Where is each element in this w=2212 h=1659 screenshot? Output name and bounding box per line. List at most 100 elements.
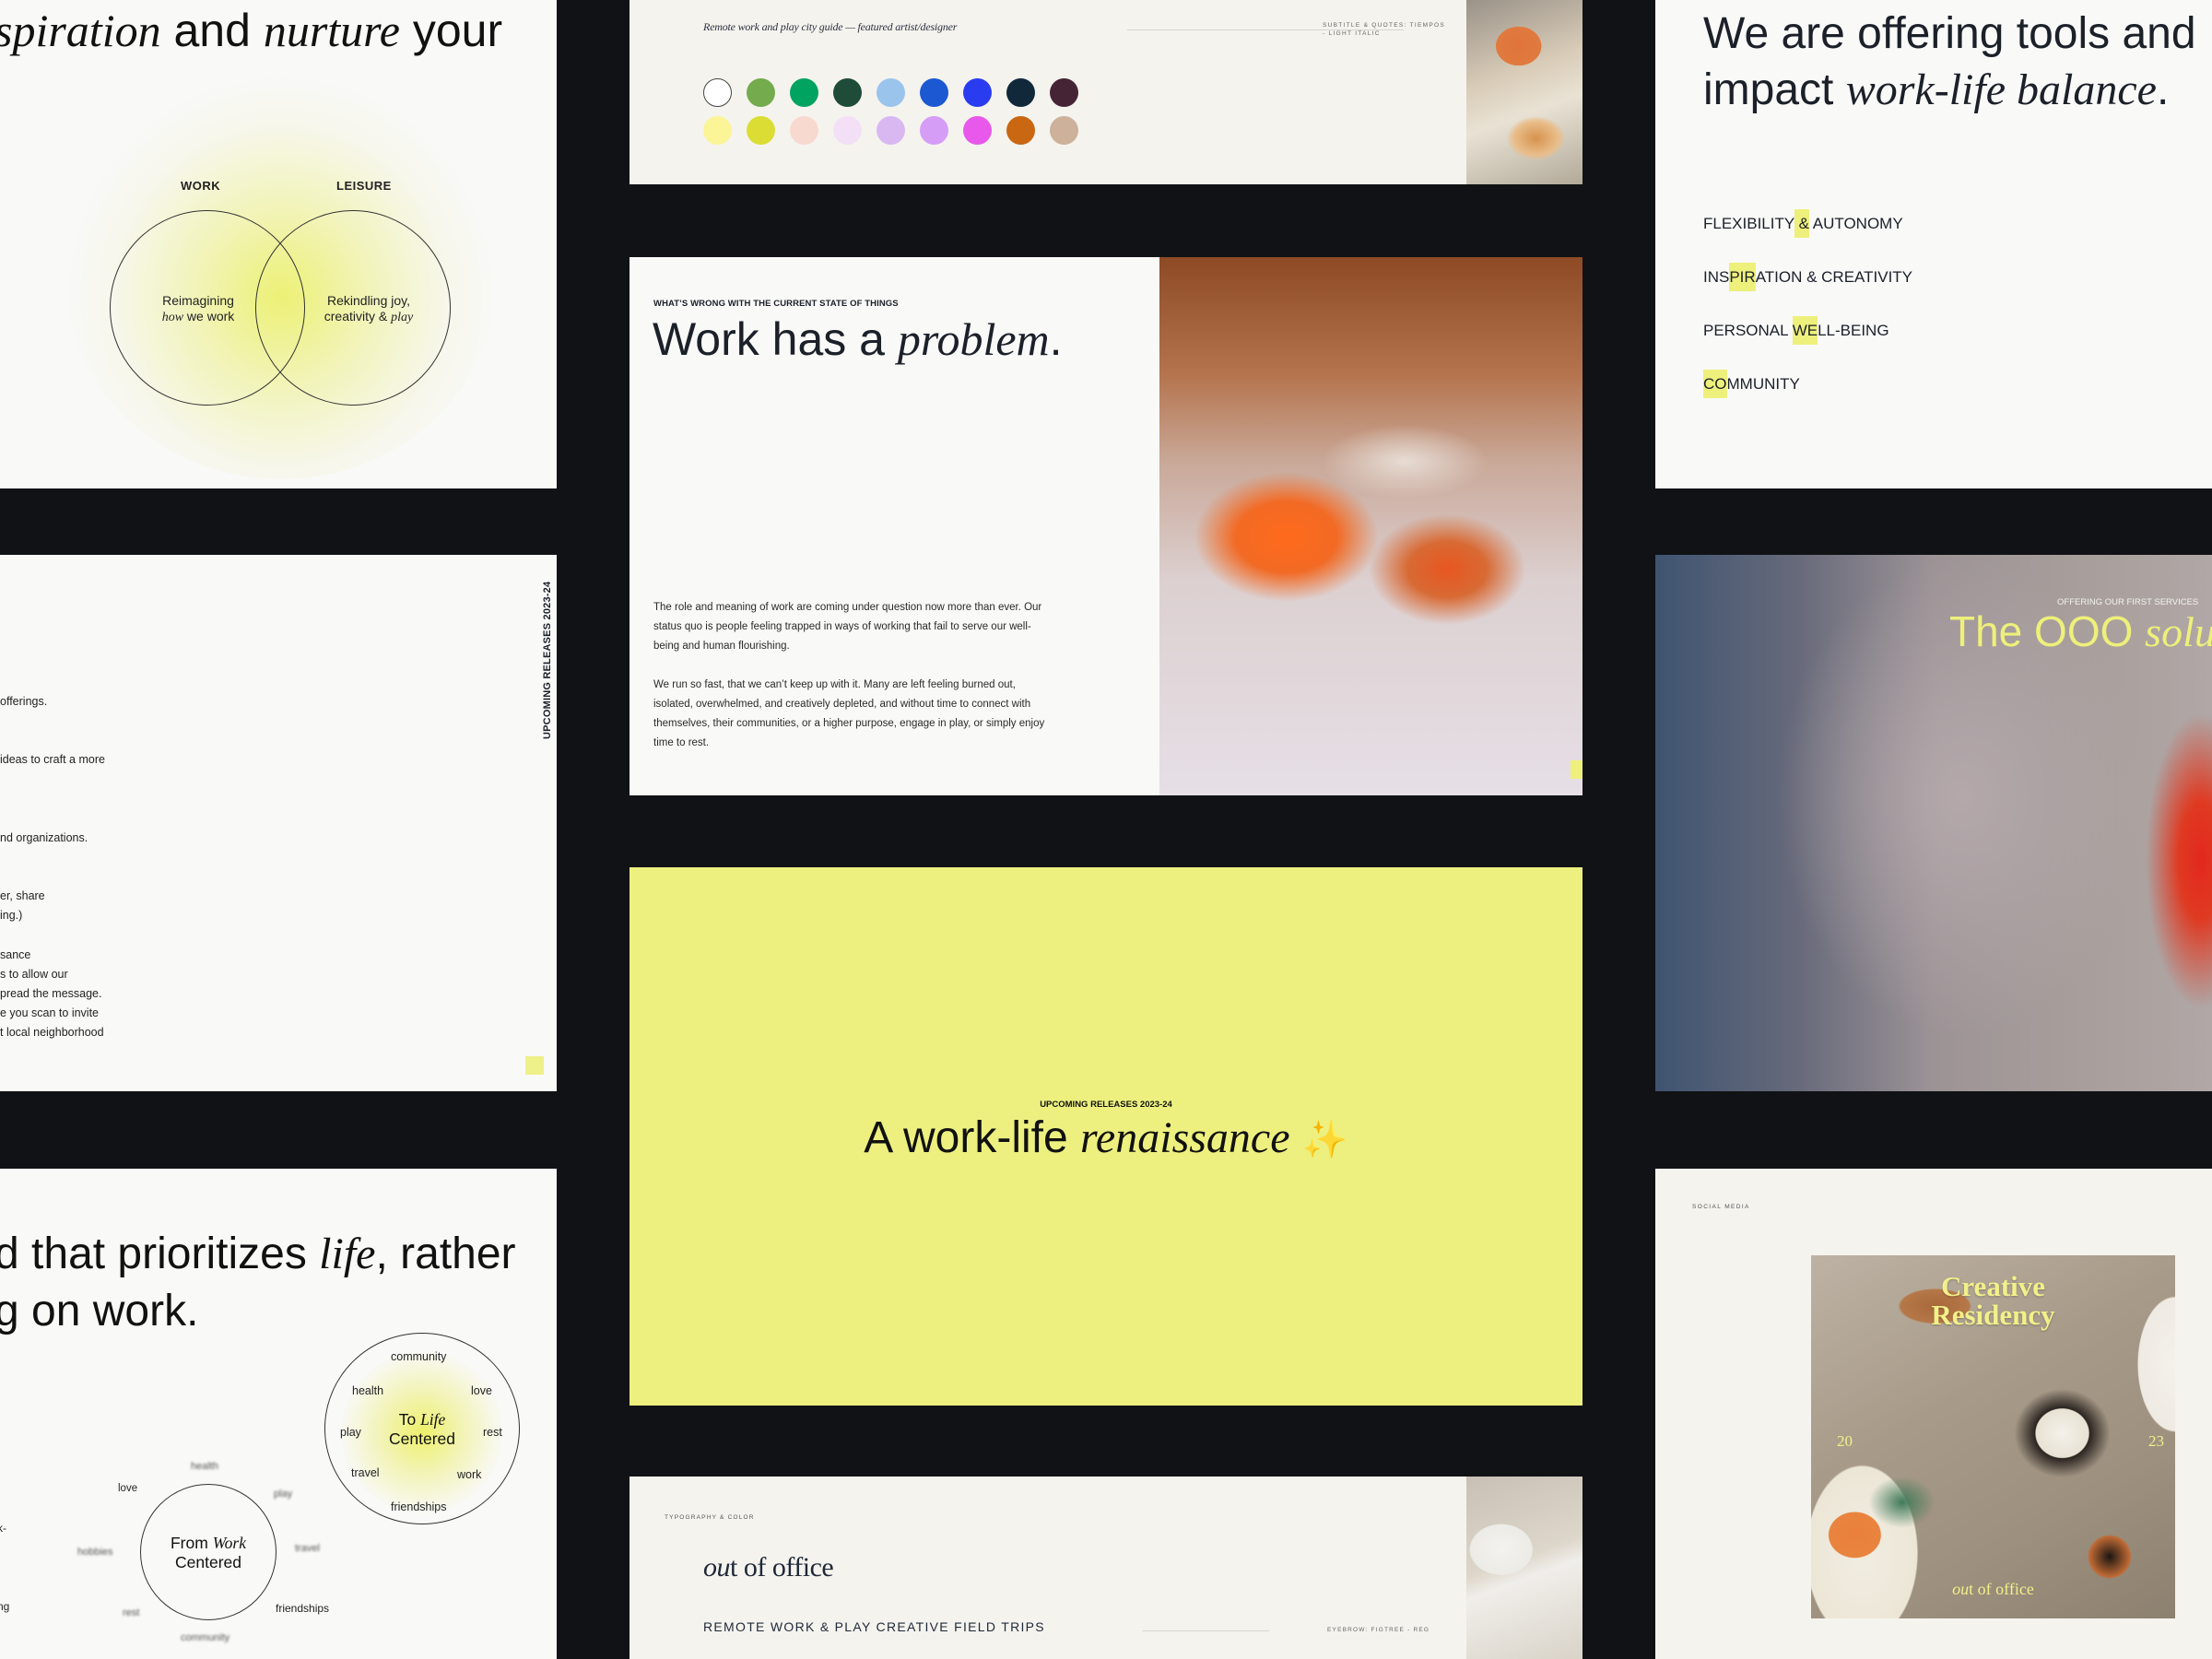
life-word: play — [340, 1426, 361, 1439]
work-word: travel — [295, 1543, 320, 1554]
venn-label-work: WORK — [181, 179, 221, 193]
color-swatch — [963, 116, 992, 145]
venn-label-leisure: LEISURE — [336, 179, 392, 193]
work-word: rest — [123, 1607, 140, 1618]
values-headline: We are offering tools and impact work-li… — [1703, 6, 2196, 118]
values-headline-em: work-life balance — [1845, 65, 2157, 114]
typography-eyebrow: TYPOGRAPHY & COLOR — [665, 1514, 755, 1521]
palette-subtitle: Remote work and play city guide — featur… — [703, 20, 958, 33]
color-swatch — [747, 116, 775, 145]
slide-work-problem[interactable]: WHAT’S WRONG WITH THE CURRENT STATE OF T… — [629, 257, 1583, 795]
color-swatch — [833, 116, 862, 145]
watercolor-photo — [1466, 0, 1583, 184]
slide-typography-color[interactable]: TYPOGRAPHY & COLOR out of office REMOTE … — [629, 1477, 1583, 1659]
accent-square — [525, 1056, 544, 1075]
life-headline-post: , rather — [375, 1230, 516, 1278]
sparkles-icon: ✨ — [1301, 1120, 1348, 1160]
venn-leisure-line1: Rekindling joy, — [326, 293, 410, 308]
venn-work-line2: how we work — [147, 309, 249, 325]
post-title-line2: Residency — [1931, 1299, 2055, 1331]
problem-eyebrow: WHAT’S WRONG WITH THE CURRENT STATE OF T… — [653, 299, 899, 309]
post-title-line1: Creative — [1940, 1270, 2046, 1302]
work-label-pre: From — [170, 1534, 213, 1552]
venn-text-leisure: Rekindling joy, creativity & play — [313, 293, 424, 325]
venn-work-em: how — [161, 311, 184, 324]
slide-work-life-renaissance[interactable]: UPCOMING RELEASES 2023-24 A work-life re… — [629, 867, 1583, 1406]
color-swatch — [877, 116, 905, 145]
color-swatch — [790, 116, 818, 145]
color-swatch — [1006, 78, 1035, 107]
post-brand-em: ou — [1952, 1580, 1970, 1598]
social-post-image[interactable]: Creative Residency 20 23 out of office — [1811, 1255, 2175, 1618]
value-highlight: PIR — [1729, 263, 1756, 291]
accent-square — [1571, 760, 1583, 779]
slide-venn-work-leisure[interactable]: spiration and nurture your WORK LEISURE … — [0, 0, 557, 488]
post-brand-rest: t of office — [1969, 1580, 2034, 1598]
life-word: travel — [351, 1466, 380, 1479]
release-line: pread the message. — [0, 987, 102, 1000]
edge-fragment: ng — [0, 1600, 10, 1613]
blurred-orange-photo — [1159, 257, 1583, 795]
problem-body: The role and meaning of work are coming … — [653, 598, 1050, 753]
renaissance-title-em: renaissance — [1080, 1113, 1290, 1162]
post-title: Creative Residency — [1811, 1272, 2175, 1329]
renaissance-eyebrow: UPCOMING RELEASES 2023-24 — [1040, 1100, 1172, 1110]
headline-text-end: your — [399, 5, 503, 56]
slide-color-palette[interactable]: Remote work and play city guide — featur… — [629, 0, 1583, 184]
value-text: ATION & CREATIVITY — [1755, 268, 1913, 286]
slide-ooo-solution[interactable]: OFFERING OUR FIRST SERVICES The OOO solu — [1655, 555, 2212, 1091]
release-line: e you scan to invite — [0, 1006, 100, 1019]
life-word: health — [352, 1384, 384, 1397]
headline-text: and — [160, 5, 264, 56]
work-label-line1: From Work — [153, 1534, 264, 1553]
color-swatch — [963, 78, 992, 107]
value-text: LL-BEING — [1818, 322, 1889, 339]
color-swatch — [747, 78, 775, 107]
venn-work-line1: Reimagining — [162, 293, 234, 308]
life-label-pre: To — [398, 1410, 421, 1429]
life-headline-pre: d that prioritizes — [0, 1230, 320, 1278]
venn-headline: spiration and nurture your — [0, 4, 502, 57]
color-swatch — [703, 78, 732, 107]
ooo-title-pre: The OOO — [1949, 607, 2146, 655]
value-highlight: & — [1794, 209, 1809, 238]
work-word: community — [181, 1632, 230, 1643]
problem-title-em: problem — [897, 313, 1050, 365]
work-word: health — [191, 1461, 218, 1472]
work-word: hobbies — [77, 1547, 113, 1558]
slide-values[interactable]: We are offering tools and impact work-li… — [1655, 0, 2212, 488]
venn-text-work: Reimagining how we work — [147, 293, 249, 325]
venn-leisure-pre: creativity & — [324, 309, 392, 324]
value-text: INS — [1703, 268, 1730, 286]
work-word: play — [274, 1488, 293, 1500]
brand-wordmark-em: ou — [703, 1552, 731, 1583]
values-headline-line2: impact work-life balance. — [1703, 62, 2196, 118]
renaissance-title: A work-life renaissance ✨ — [629, 1112, 1583, 1163]
slide-social-media[interactable]: SOCIAL MEDIA Creative Residency 20 23 ou… — [1655, 1169, 2212, 1659]
post-brand: out of office — [1811, 1580, 2175, 1599]
release-line: sance — [0, 948, 31, 961]
color-swatch — [703, 116, 732, 145]
problem-title: Work has a problem. — [653, 312, 1063, 366]
palette-note-line2: - LIGHT ITALIC — [1323, 30, 1381, 37]
values-headline-pre: impact — [1703, 65, 1846, 114]
brand-wordmark-rest: t of office — [730, 1552, 834, 1583]
ooo-title-em: solu — [2145, 608, 2212, 655]
problem-title-post: . — [1049, 313, 1063, 365]
slide-upcoming-releases-list[interactable]: offerings. ideas to craft a more nd orga… — [0, 555, 557, 1091]
swatch-row-2 — [703, 116, 1078, 145]
values-headline-line1: We are offering tools and — [1703, 9, 2196, 58]
life-centered-label: To Life Centered — [376, 1410, 468, 1449]
release-line: er, share — [0, 889, 45, 902]
work-label-em: Work — [212, 1534, 246, 1552]
release-line: offerings. — [0, 695, 48, 708]
life-headline-em: life — [319, 1230, 376, 1278]
venn-leisure-line2: creativity & play — [313, 309, 424, 325]
life-word: love — [471, 1384, 492, 1397]
life-headline-line1: d that prioritizes life, rather — [0, 1226, 516, 1283]
value-highlight: WE — [1792, 316, 1818, 345]
typography-divider — [1142, 1630, 1269, 1631]
color-swatch — [920, 116, 948, 145]
slide-life-centered[interactable]: d that prioritizes life, rather g on wor… — [0, 1169, 557, 1659]
work-label-line2: Centered — [175, 1553, 241, 1571]
